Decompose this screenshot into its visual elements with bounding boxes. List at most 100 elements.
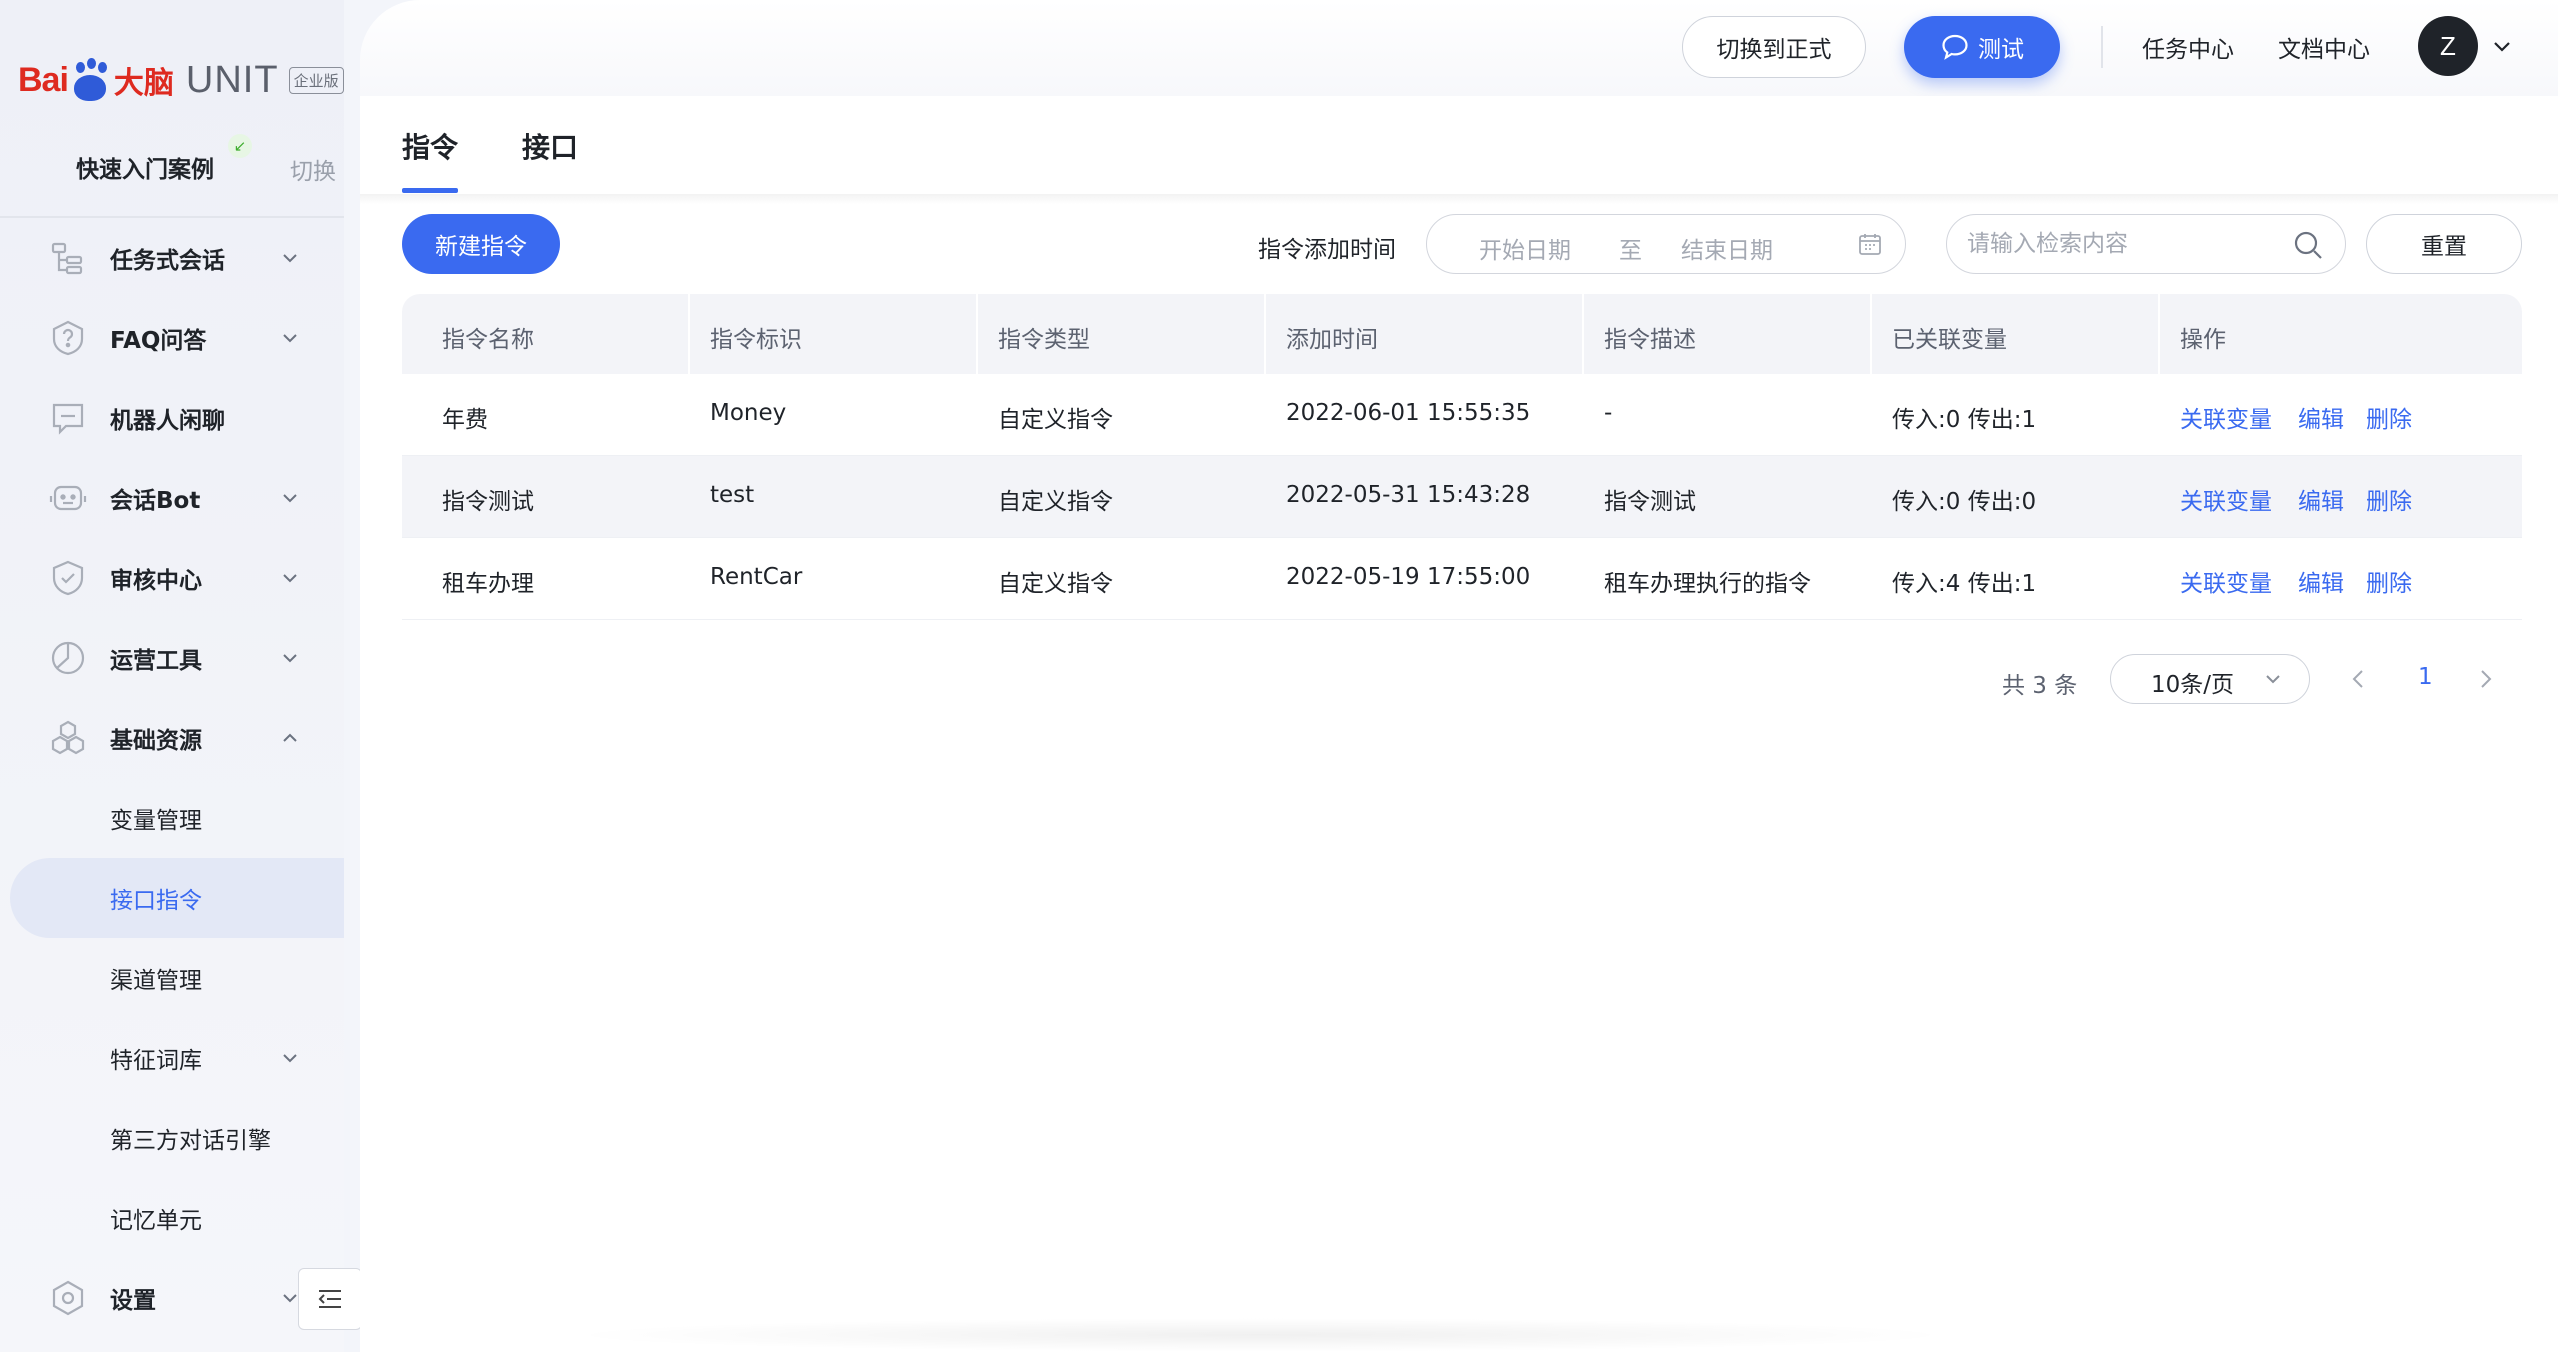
date-range-picker[interactable]: 开始日期 至 结束日期 [1426, 214, 1906, 274]
link-variables-action[interactable]: 关联变量 [2180, 564, 2272, 598]
reset-button[interactable]: 重置 [2366, 214, 2522, 274]
column-header: 指令描述 [1604, 327, 1696, 353]
cell-id: Money [710, 400, 787, 426]
sidebar-item-label: 运营工具 [110, 648, 202, 674]
edit-action[interactable]: 编辑 [2298, 482, 2344, 516]
chat-icon [1942, 34, 1968, 60]
doc-center-link[interactable]: 文档中心 [2278, 30, 2370, 64]
search-input[interactable] [1967, 227, 2277, 261]
chevron-down-icon [283, 334, 297, 343]
sidebar-item-label: 第三方对话引擎 [110, 1128, 271, 1154]
column-header: 指令标识 [710, 327, 802, 353]
baidu-paw-icon [70, 58, 110, 102]
sidebar-item-faq[interactable]: FAQ问答 [0, 298, 344, 378]
column-divider [1582, 294, 1584, 374]
sidebar-item-ops[interactable]: 运营工具 [0, 618, 344, 698]
tab-divider [360, 194, 2558, 204]
sidebar-item-task-dialog[interactable]: 任务式会话 [0, 218, 344, 298]
chevron-down-icon [2266, 675, 2280, 684]
calendar-icon [1859, 234, 1881, 255]
sidebar-item-feature-words[interactable]: 特征词库 [0, 1018, 344, 1098]
column-divider [1264, 294, 1266, 374]
switch-link[interactable]: 切换 [290, 152, 336, 186]
delete-action[interactable]: 删除 [2366, 400, 2412, 434]
top-bar: 切换到正式 测试 任务中心 文档中心 Z [360, 0, 2558, 96]
column-header: 指令类型 [998, 327, 1090, 353]
sidebar-item-memory[interactable]: 记忆单元 [0, 1178, 344, 1258]
sidebar-item-label: FAQ问答 [110, 328, 207, 354]
delete-action[interactable]: 删除 [2366, 564, 2412, 598]
faq-icon [52, 320, 84, 356]
sidebar-item-label: 审核中心 [110, 568, 202, 594]
search-icon[interactable] [2291, 228, 2325, 262]
bottom-shadow [560, 1318, 1960, 1352]
end-date-field[interactable]: 结束日期 [1681, 231, 1773, 265]
sidebar-item-review[interactable]: 审核中心 [0, 538, 344, 618]
next-page-icon[interactable] [2472, 666, 2498, 692]
sidebar-item-variables[interactable]: 变量管理 [0, 778, 344, 858]
column-header: 已关联变量 [1892, 327, 2007, 353]
commands-table: 指令名称 指令标识 指令类型 添加时间 指令描述 已关联变量 操作 年费 Mon… [402, 294, 2522, 620]
edition-badge: 企业版 [288, 66, 344, 94]
sidebar-item-label: 基础资源 [110, 728, 202, 754]
cell-desc: 指令测试 [1604, 489, 1696, 515]
task-dialog-icon [51, 242, 83, 275]
sidebar-item-chitchat[interactable]: 机器人闲聊 [0, 378, 344, 458]
search-box[interactable] [1946, 214, 2346, 274]
column-divider [688, 294, 690, 374]
test-button[interactable]: 测试 [1904, 16, 2060, 78]
logo-bai: Bai [18, 60, 69, 99]
collapse-menu-icon [318, 1290, 341, 1308]
topbar-separator [2101, 26, 2103, 68]
tab-commands[interactable]: 指令 [402, 126, 459, 193]
quick-start-label[interactable]: 快速入门案例 [76, 150, 214, 184]
cell-name: 租车办理 [442, 571, 534, 597]
cell-id: RentCar [710, 564, 803, 590]
sidebar-menu: 任务式会话 FAQ问答 机器人闲聊 会话Bot 审核中心 运营工具 基础资源 变… [0, 218, 344, 1338]
column-divider [976, 294, 978, 374]
sidebar-item-label: 会话Bot [110, 488, 201, 514]
start-date-field[interactable]: 开始日期 [1479, 231, 1571, 265]
logo-unit: UNIT [185, 58, 279, 101]
sidebar-item-third-party-engine[interactable]: 第三方对话引擎 [0, 1098, 344, 1178]
chevron-down-icon[interactable] [2490, 34, 2514, 58]
tab-interfaces[interactable]: 接口 [522, 126, 578, 166]
sidebar-item-label: 设置 [110, 1288, 156, 1314]
chevron-down-icon [283, 1294, 297, 1303]
edit-action[interactable]: 编辑 [2298, 400, 2344, 434]
sidebar-item-resources[interactable]: 基础资源 [0, 698, 344, 778]
edit-action[interactable]: 编辑 [2298, 564, 2344, 598]
sidebar-item-interface-commands[interactable]: 接口指令 [10, 858, 344, 938]
baidu-unit-logo[interactable]: Bai 大脑 UNIT 企业版 [18, 52, 344, 108]
new-command-button[interactable]: 新建指令 [402, 214, 560, 274]
test-button-label: 测试 [1978, 37, 2024, 63]
switch-to-production-button[interactable]: 切换到正式 [1682, 16, 1866, 78]
sidebar-item-bot[interactable]: 会话Bot [0, 458, 344, 538]
sidebar-item-channels[interactable]: 渠道管理 [0, 938, 344, 1018]
table-row: 指令测试 test 自定义指令 2022-05-31 15:43:28 指令测试… [402, 456, 2522, 538]
page-number-current[interactable]: 1 [2418, 664, 2433, 690]
sidebar: Bai 大脑 UNIT 企业版 快速入门案例 ↙ 切换 任务式会话 FAQ问答 [0, 0, 344, 1352]
sidebar-item-label: 渠道管理 [110, 968, 202, 994]
cell-type: 自定义指令 [998, 571, 1113, 597]
prev-page-icon[interactable] [2346, 666, 2372, 692]
chevron-up-icon [283, 733, 297, 742]
total-count: 共 3 条 [2002, 673, 2078, 699]
task-center-link[interactable]: 任务中心 [2142, 30, 2234, 64]
sidebar-item-label: 接口指令 [110, 888, 202, 914]
user-avatar[interactable]: Z [2418, 16, 2478, 76]
settings-icon [52, 1280, 84, 1316]
chat-bubble-icon [52, 403, 84, 435]
page-size-select[interactable]: 10条/页 [2110, 654, 2310, 704]
cell-type: 自定义指令 [998, 489, 1113, 515]
bot-icon [49, 485, 87, 511]
link-variables-action[interactable]: 关联变量 [2180, 400, 2272, 434]
delete-action[interactable]: 删除 [2366, 482, 2412, 516]
shield-icon [52, 560, 84, 596]
table-header: 指令名称 指令标识 指令类型 添加时间 指令描述 已关联变量 操作 [402, 294, 2522, 374]
collapse-sidebar-button[interactable] [298, 1268, 362, 1330]
cell-vars: 传入:0 传出:0 [1892, 489, 2037, 515]
sidebar-item-settings[interactable]: 设置 [0, 1258, 344, 1338]
link-variables-action[interactable]: 关联变量 [2180, 482, 2272, 516]
cubes-icon [51, 720, 85, 755]
